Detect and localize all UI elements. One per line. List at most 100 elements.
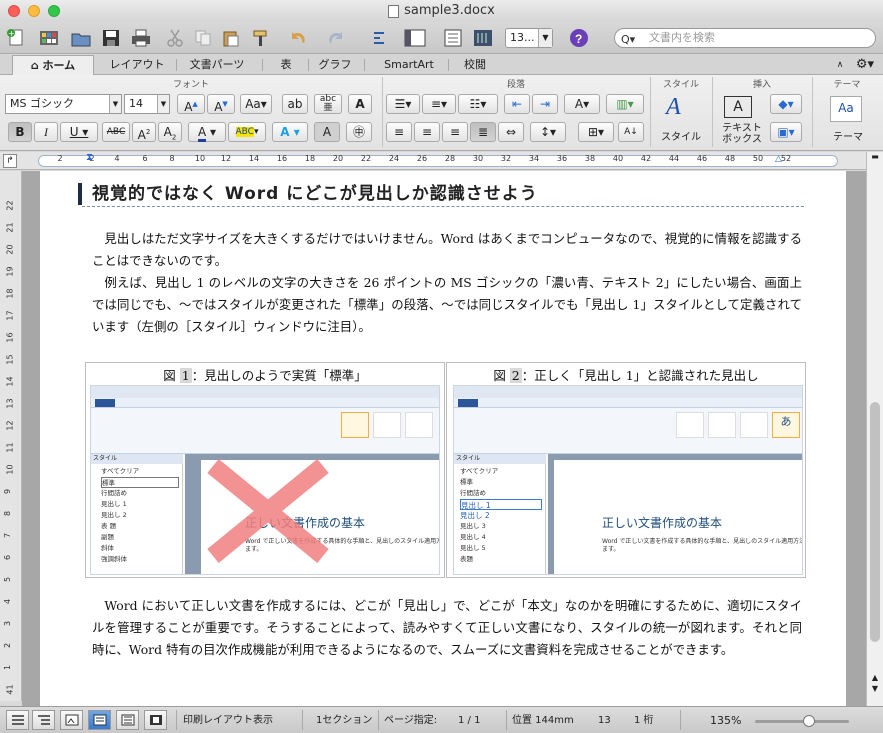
distribute-button[interactable]: ⇔ [498, 122, 524, 142]
tab-table[interactable]: 表 [264, 55, 308, 75]
decrease-indent-button[interactable]: ⇤ [504, 94, 530, 114]
shrink-font-button[interactable]: A▼ [207, 94, 235, 114]
split-handle-icon[interactable]: ▬ [869, 152, 881, 166]
enclose-characters-button[interactable]: ㊥ [346, 122, 372, 142]
grow-font-button[interactable]: A▲ [177, 94, 205, 114]
ruler-number: 16 [276, 154, 288, 163]
character-border-button[interactable]: A [348, 94, 372, 114]
font-name-select[interactable]: MS ゴシック ▼ [5, 94, 122, 114]
borders-button[interactable]: ⊞▾ [578, 122, 614, 142]
font-size-select[interactable]: 14 ▼ [124, 94, 170, 114]
group-insert-title: 挿入 [752, 80, 771, 90]
paragraph-marks-icon[interactable] [366, 26, 392, 50]
paragraph-1[interactable]: 見出しはただ文字サイズを大きくするだけではいけません。Word はあくまでコンピ… [92, 228, 802, 272]
horizontal-ruler[interactable]: ↱ 2 2 4 6 8 10 12 14 16 18 20 22 24 26 28 30 32 34 36 38 40 4… [0, 152, 883, 170]
toolbox-icon[interactable] [440, 26, 466, 50]
paste-icon[interactable] [218, 26, 244, 50]
italic-button[interactable]: I [34, 122, 58, 142]
underline-button[interactable]: U ▾ [60, 122, 98, 142]
clear-formatting-button[interactable]: ab [282, 94, 308, 114]
ruler-number: 50 [752, 154, 764, 163]
paragraph-2[interactable]: 例えば、見出し 1 のレベルの文字の大きさを 26 ポイントの MS ゴシックの… [92, 272, 802, 338]
figure-2[interactable]: 図 2 ：正しく「見出し 1」と認識された見出し あ スタイル すべてクリア 標準行… [446, 362, 806, 578]
justify-button[interactable]: ≣ [470, 122, 496, 142]
tab-smartart[interactable]: SmartArt [366, 55, 452, 75]
search-input[interactable]: Q▾ 文書内を検索 [614, 28, 876, 48]
text-direction-button[interactable]: A▾ [564, 94, 600, 114]
tab-review[interactable]: 校閲 [450, 55, 500, 75]
full-screen-view-icon[interactable] [144, 710, 167, 730]
print-layout-view-icon[interactable] [88, 710, 111, 730]
minimize-window-button[interactable] [28, 5, 40, 17]
shot-style-item: 見出し 2 [460, 511, 490, 520]
highlight-button[interactable]: ABC▾ [228, 122, 266, 142]
line-spacing-button[interactable]: ↕▾ [530, 122, 566, 142]
gear-icon[interactable]: ⚙▾ [852, 55, 878, 75]
tab-selector-icon[interactable]: ↱ [3, 154, 17, 168]
textbox-button[interactable]: A テキスト ボックス [718, 92, 768, 148]
shapes-button[interactable]: ◆▾ [770, 94, 802, 114]
scroll-thumb[interactable] [870, 402, 880, 642]
bullets-button[interactable]: ☰▾ [386, 94, 420, 114]
new-document-icon[interactable]: + [4, 26, 30, 50]
align-left-button[interactable]: ≡ [386, 122, 412, 142]
publishing-view-icon[interactable] [60, 710, 83, 730]
gallery-icon[interactable] [36, 26, 62, 50]
tab-home[interactable]: ⌂ ホーム [12, 55, 94, 76]
draft-view-icon[interactable] [6, 710, 29, 730]
multilevel-list-button[interactable]: ☷▾ [458, 94, 498, 114]
tab-document-elements[interactable]: 文書パーツ [178, 55, 256, 75]
align-center-button[interactable]: ≡ [414, 122, 440, 142]
ruler-number: 48 [724, 154, 736, 163]
status-page: 1 / 1 [458, 715, 481, 726]
zoom-select[interactable]: 13... ▼ [505, 28, 553, 48]
cut-icon[interactable] [162, 26, 188, 50]
text-effects-button[interactable]: A ▾ [272, 122, 308, 142]
bold-button[interactable]: B [8, 122, 32, 142]
media-browser-icon[interactable] [470, 26, 496, 50]
numbering-button[interactable]: ≡▾ [422, 94, 456, 114]
tab-chart[interactable]: グラフ [310, 55, 360, 75]
increase-indent-button[interactable]: ⇥ [532, 94, 558, 114]
open-folder-icon[interactable] [68, 26, 94, 50]
help-icon[interactable]: ? [566, 26, 592, 50]
sidebar-icon[interactable] [402, 26, 428, 50]
superscript-button[interactable]: A2 [132, 122, 156, 142]
collapse-ribbon-icon[interactable]: ∧ [832, 55, 848, 75]
right-indent-marker-icon[interactable]: △ [775, 154, 782, 164]
scroll-arrows-icon[interactable]: ▲ ▼ [869, 672, 881, 694]
outline-view-icon[interactable] [32, 710, 55, 730]
save-icon[interactable] [98, 26, 124, 50]
paragraph-3[interactable]: Word において正しい文書を作成するには、どこが「見出し」で、どこが「本文」な… [92, 595, 802, 661]
subscript-button[interactable]: A2 [158, 122, 182, 142]
phonetic-guide-button[interactable]: abc 亜 [314, 94, 342, 114]
character-shading-button[interactable]: A [314, 122, 340, 142]
columns-button[interactable]: ▥▾ [606, 94, 644, 114]
ruler-number: 26 [416, 154, 428, 163]
document-page[interactable]: 視覚的ではなく Word にどこが見出しか認識させよう 見出しはただ文字サイズを… [40, 171, 846, 706]
tab-layout[interactable]: レイアウト [98, 55, 176, 75]
font-color-button[interactable]: A ▾ [188, 122, 226, 142]
change-case-button[interactable]: Aa▾ [240, 94, 272, 114]
print-icon[interactable] [128, 26, 154, 50]
picture-button[interactable]: ▣▾ [770, 122, 802, 142]
zoom-slider[interactable] [755, 715, 849, 727]
strikethrough-button[interactable]: ABC [102, 122, 130, 142]
heading-1[interactable]: 視覚的ではなく Word にどこが見出しか認識させよう [78, 183, 804, 207]
figure-1[interactable]: 図 1 ：見出しのようで実質「標準」 スタイル すべてクリア 標準 行間詰め 見出し 1… [85, 362, 445, 578]
sort-button[interactable]: A↓ [618, 122, 644, 142]
copy-icon[interactable] [190, 26, 216, 50]
close-window-button[interactable] [8, 5, 20, 17]
search-placeholder: 文書内を検索 [649, 31, 715, 44]
redo-icon[interactable] [322, 26, 348, 50]
notebook-view-icon[interactable] [116, 710, 139, 730]
theme-button[interactable]: Aa テーマ [822, 92, 874, 148]
format-painter-icon[interactable] [248, 26, 274, 50]
zoom-window-button[interactable] [48, 5, 60, 17]
styles-button[interactable]: A スタイル [656, 92, 706, 148]
undo-icon[interactable] [286, 26, 312, 50]
align-right-button[interactable]: ≡ [442, 122, 468, 142]
zoom-slider-knob[interactable] [803, 715, 815, 727]
indent-marker-icon[interactable]: ⧗ [86, 152, 93, 163]
vertical-scrollbar[interactable]: ▬ ▲ ▼ [866, 152, 883, 706]
